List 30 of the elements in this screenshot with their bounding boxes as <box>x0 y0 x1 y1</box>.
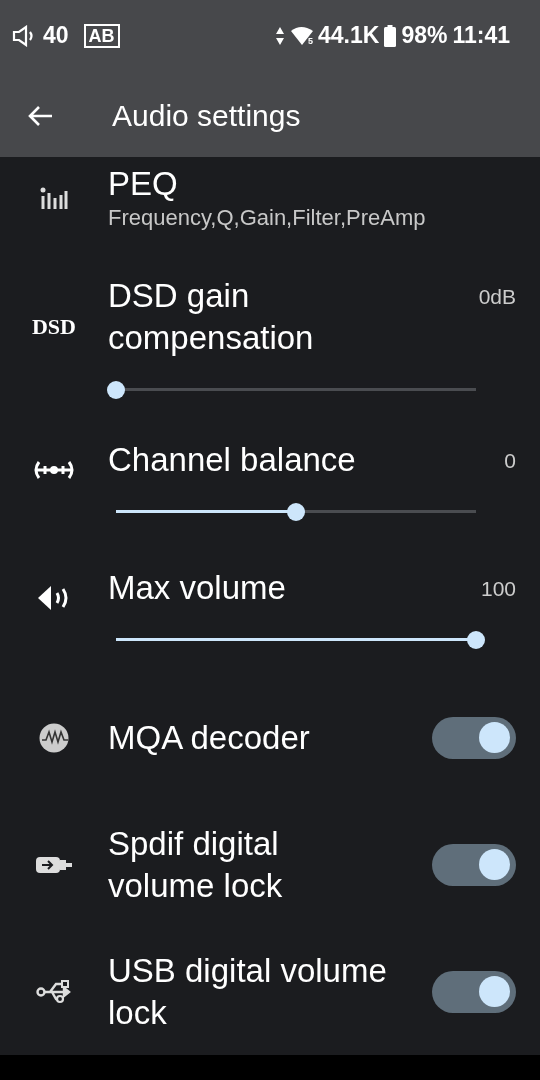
waveform-icon <box>39 723 69 754</box>
toggle-switch[interactable] <box>432 970 516 1013</box>
sample-rate: 44.1K <box>318 22 380 49</box>
setting-title: MQA decoder <box>108 718 311 759</box>
toggle-switch[interactable] <box>432 717 516 760</box>
mode-badge: AB <box>83 23 120 48</box>
slider-value: 100 <box>480 577 516 601</box>
setting-title[interactable]: PEQ <box>108 163 516 205</box>
setting-title: Spdif digital volume lock <box>108 824 284 906</box>
battery-icon <box>384 24 397 47</box>
equalizer-icon <box>40 187 68 209</box>
setting-title: Channel balance <box>108 440 357 480</box>
battery-percent: 98% <box>401 22 448 49</box>
clock: 11:41 <box>452 22 510 49</box>
setting-title: Max volume <box>108 568 287 608</box>
dsd-logo: DSD <box>32 314 76 340</box>
setting-subtitle: Frequency,Q,Gain,Filter,PreAmp <box>108 205 427 231</box>
wifi-band-label: 5 <box>308 35 313 46</box>
wifi-icon <box>290 25 314 46</box>
screen-title: Audio settings <box>112 99 301 133</box>
connector-icon <box>36 855 72 875</box>
volume-level: 40 <box>43 22 69 49</box>
toggle-switch[interactable] <box>432 844 516 886</box>
setting-title: DSD gain compensation <box>108 276 315 358</box>
data-arrows-icon <box>275 25 285 46</box>
slider-value: 0 <box>504 449 516 473</box>
setting-title: USB digital volume lock <box>108 950 388 1033</box>
back-icon[interactable] <box>28 105 54 127</box>
usb-icon <box>36 977 72 1006</box>
slider-value: 0dB <box>478 285 516 309</box>
